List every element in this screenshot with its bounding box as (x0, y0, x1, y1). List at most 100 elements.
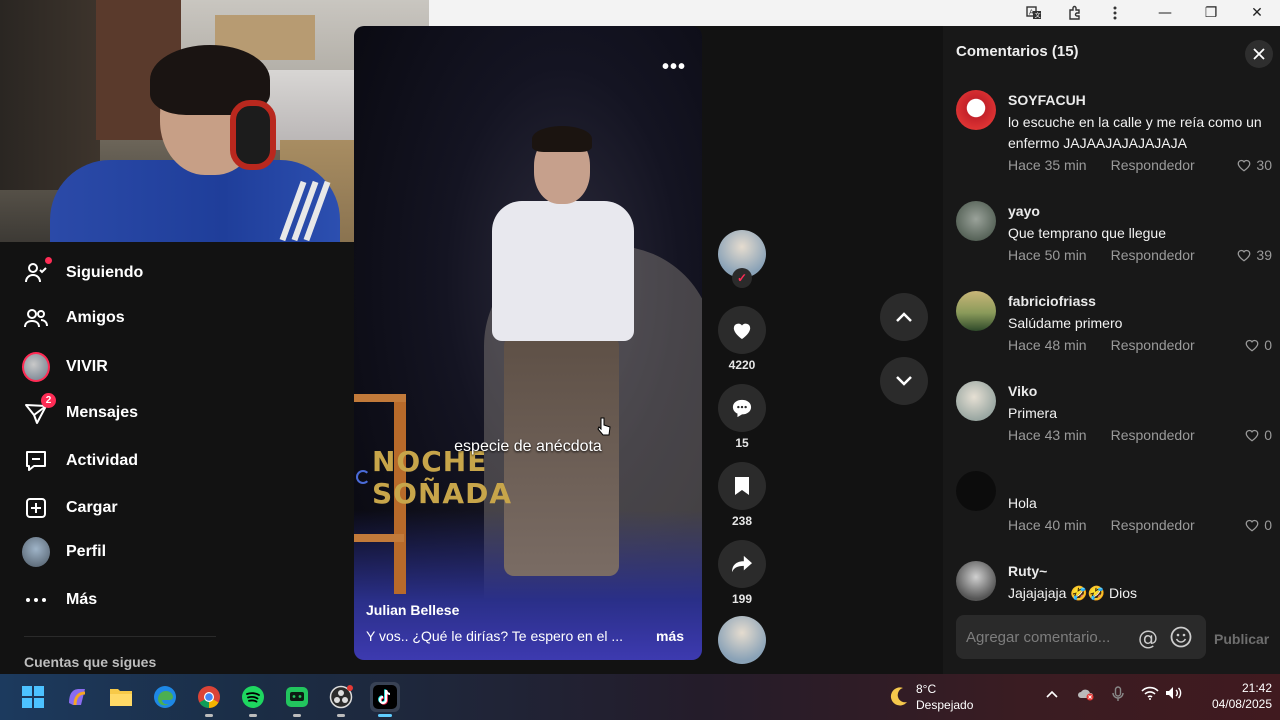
reply-button[interactable]: Respondedor (1111, 517, 1195, 533)
start-button[interactable] (18, 682, 48, 712)
emoji-icon[interactable] (1170, 626, 1192, 653)
see-more-link[interactable]: más (656, 628, 684, 644)
save-button[interactable] (718, 462, 766, 510)
sidebar-item-label: Cargar (66, 499, 118, 516)
comment-like-count: 0 (1264, 517, 1272, 533)
comment-like-button[interactable]: 39 (1236, 247, 1272, 263)
wifi-icon[interactable] (1141, 686, 1159, 704)
comment-item: Ruty~ Jajajajaja 🤣🤣 Dios (956, 561, 1276, 601)
obs-studio-icon[interactable] (326, 682, 356, 717)
sidebar-item-more[interactable]: Más (22, 582, 97, 618)
comment-meta: Hace 43 min Respondedor (1008, 427, 1195, 443)
video-author[interactable]: Julian Bellese (366, 602, 459, 618)
sidebar-item-friends[interactable]: Amigos (22, 300, 125, 336)
heart-outline-icon (1245, 429, 1259, 442)
comment-button[interactable] (718, 384, 766, 432)
comment-like-count: 0 (1264, 427, 1272, 443)
comment-like-button[interactable]: 30 (1236, 157, 1272, 173)
comment-meta: Hace 48 min Respondedor (1008, 337, 1195, 353)
system-clock[interactable]: 21:42 04/08/2025 (1192, 680, 1272, 712)
comment-input-container: @ (956, 615, 1206, 659)
video-player[interactable]: NOCHE SOÑADA especie de anécdota ••• Jul… (354, 26, 702, 660)
comment-like-count: 0 (1264, 337, 1272, 353)
comment-meta: Hace 40 min Respondedor (1008, 517, 1195, 533)
like-button[interactable] (718, 306, 766, 354)
reply-button[interactable]: Respondedor (1111, 247, 1195, 263)
sidebar-item-live[interactable]: VIVIR (22, 349, 108, 385)
reply-button[interactable]: Respondedor (1111, 337, 1195, 353)
comment-avatar[interactable] (956, 90, 996, 130)
edge-browser-icon[interactable] (150, 682, 180, 712)
comment-like-button[interactable]: 0 (1244, 427, 1272, 443)
comment-text: Salúdame primero (1008, 315, 1123, 331)
messages-icon: 2 (22, 393, 56, 427)
reply-button[interactable]: Respondedor (1111, 157, 1195, 173)
comment-username[interactable]: Viko (1008, 383, 1037, 399)
comment-text: Hola (1008, 495, 1037, 511)
share-icon (732, 555, 752, 573)
translate-icon[interactable]: A文 (1011, 0, 1057, 26)
publish-button[interactable]: Publicar (1214, 631, 1269, 647)
file-explorer-icon[interactable] (106, 682, 136, 712)
comment-avatar[interactable] (956, 471, 996, 511)
comment-text: Que temprano que llegue (1008, 225, 1166, 241)
reply-button[interactable]: Respondedor (1111, 427, 1195, 443)
video-options-icon[interactable]: ••• (662, 56, 686, 79)
sidebar-item-label: Siguiendo (66, 264, 144, 281)
copilot-icon[interactable] (62, 682, 92, 712)
close-comments-button[interactable] (1245, 40, 1273, 68)
mention-icon[interactable]: @ (1138, 626, 1158, 650)
following-check-icon[interactable]: ✓ (732, 268, 752, 288)
onedrive-icon[interactable] (1077, 687, 1095, 705)
windows-taskbar: 8°C Despejado 21:42 04/08/2025 (0, 674, 1280, 720)
activity-icon (22, 447, 50, 475)
sidebar-item-following[interactable]: Siguiendo (22, 255, 143, 291)
sidebar-item-activity[interactable]: Actividad (22, 443, 138, 479)
comment-time: Hace 43 min (1008, 427, 1087, 443)
next-video-button[interactable] (880, 357, 928, 405)
minimize-button[interactable]: — (1142, 0, 1188, 26)
comment-avatar[interactable] (956, 201, 996, 241)
sidebar-item-label: Perfil (66, 543, 107, 560)
comment-icon (732, 399, 752, 418)
sidebar-item-messages[interactable]: 2 Mensajes (22, 393, 138, 431)
tiktok-app-icon[interactable] (370, 682, 400, 717)
comment-like-button[interactable]: 0 (1244, 517, 1272, 533)
upload-icon (22, 494, 50, 522)
comment-username[interactable]: fabriciofriass (1008, 293, 1096, 309)
comment-username[interactable]: yayo (1008, 203, 1040, 219)
chevron-up-icon (896, 312, 912, 322)
microphone-icon[interactable] (1112, 686, 1124, 706)
video-description: Y vos.. ¿Qué le dirías? Te espero en el … (366, 628, 624, 644)
comment-input[interactable] (966, 615, 1136, 659)
previous-video-button[interactable] (880, 293, 928, 341)
notification-dot (45, 257, 52, 264)
comment-text: Jajajajaja 🤣🤣 Dios (1008, 585, 1138, 601)
sidebar-item-profile[interactable]: Perfil (22, 534, 106, 570)
comment-like-button[interactable]: 0 (1244, 337, 1272, 353)
friends-icon (22, 304, 50, 332)
restore-button[interactable]: ❐ (1188, 0, 1234, 26)
clock-time: 21:42 (1241, 681, 1272, 695)
hand-cursor-icon (597, 417, 611, 436)
save-count: 238 (731, 514, 753, 528)
comment-text: lo escuche en la calle y me reía como un… (1008, 114, 1262, 151)
share-button[interactable] (718, 540, 766, 588)
comment-avatar[interactable] (956, 381, 996, 421)
chrome-browser-icon[interactable] (194, 682, 224, 717)
show-hidden-icons-chevron-icon[interactable] (1046, 686, 1058, 702)
comment-avatar[interactable] (956, 561, 996, 601)
more-icon (22, 586, 50, 614)
close-window-button[interactable]: ✕ (1234, 0, 1280, 26)
chevron-down-icon (896, 376, 912, 386)
volume-icon[interactable] (1165, 686, 1183, 704)
sidebar-item-upload[interactable]: Cargar (22, 490, 118, 526)
spotify-icon[interactable] (238, 682, 268, 717)
music-disc-avatar[interactable] (718, 616, 766, 664)
comment-username[interactable]: Ruty~ (1008, 563, 1047, 579)
windows-logo-icon (22, 686, 44, 708)
comment-username[interactable]: SOYFACUH (1008, 92, 1086, 108)
chat-app-icon[interactable] (282, 682, 312, 717)
browser-menu-icon[interactable] (1092, 0, 1138, 26)
comment-avatar[interactable] (956, 291, 996, 331)
